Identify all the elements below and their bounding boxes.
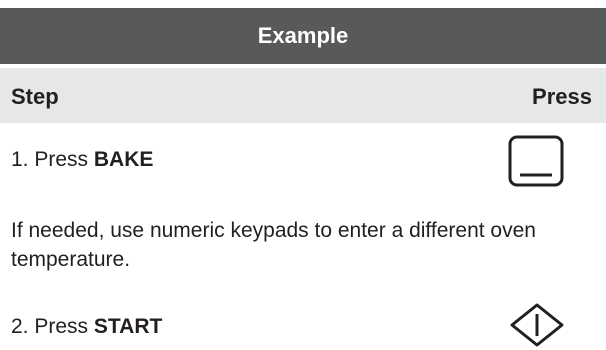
table-title: Example — [0, 8, 606, 64]
step-2-prefix: 2. Press — [11, 315, 94, 338]
instruction-table: Example Step Press 1. Press BAKE If need… — [0, 0, 606, 350]
step-column-header: Step — [11, 84, 59, 109]
bake-key-icon — [508, 135, 564, 187]
step-2-key-name: START — [93, 315, 163, 338]
table-title-text: Example — [257, 23, 349, 48]
step-1-key-name: BAKE — [93, 148, 154, 171]
start-key-icon — [510, 303, 564, 347]
temperature-note: If needed, use numeric keypads to enter … — [11, 219, 536, 271]
step-1-prefix: 1. Press — [11, 148, 94, 171]
step-2-text: 2. Press START — [11, 315, 162, 339]
column-header-row: Step Press — [0, 68, 606, 123]
step-1-text: 1. Press BAKE — [11, 148, 153, 172]
press-column-header: Press — [532, 84, 592, 109]
